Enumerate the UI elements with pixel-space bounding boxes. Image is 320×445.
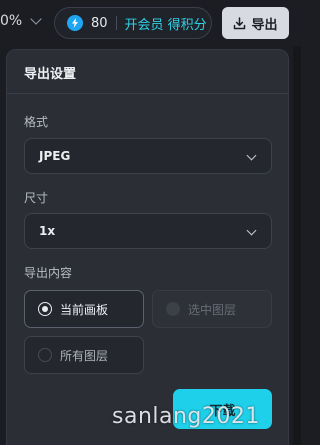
vip-link[interactable]: 开会员 得积分 <box>125 14 207 33</box>
export-settings-panel: 导出设置 格式 JPEG 尺寸 1x 导出内容 当前画板 选中图层 所有图层 下… <box>6 49 289 445</box>
size-label: 尺寸 <box>24 191 49 205</box>
option-label: 当前画板 <box>60 302 109 317</box>
divider <box>115 16 117 30</box>
zoom-value: 0% <box>0 13 23 29</box>
radio-disabled-icon <box>166 302 180 316</box>
size-value: 1x <box>39 224 56 238</box>
format-label: 格式 <box>24 115 49 129</box>
export-button-label: 导出 <box>251 17 278 33</box>
chevron-down-icon <box>30 13 42 25</box>
format-value: JPEG <box>39 149 71 163</box>
top-toolbar: 0% 80 开会员 得积分 导出 <box>0 0 301 46</box>
option-label: 选中图层 <box>188 302 237 317</box>
points-badge[interactable]: 80 开会员 得积分 <box>54 7 212 39</box>
radio-checked-icon <box>38 302 52 316</box>
option-selected-layers: 选中图层 <box>152 290 272 328</box>
export-content-label: 导出内容 <box>24 266 73 280</box>
download-icon <box>234 16 246 29</box>
chevron-down-icon <box>246 225 257 236</box>
chevron-down-icon <box>246 150 257 161</box>
points-count: 80 <box>91 15 108 31</box>
zoom-dropdown[interactable]: 0% <box>0 13 42 29</box>
lightning-coin-icon <box>67 15 83 31</box>
radio-unchecked-icon <box>38 348 52 362</box>
watermark: sanlang2021 <box>112 404 260 429</box>
panel-divider <box>7 93 288 94</box>
export-button[interactable]: 导出 <box>222 7 289 39</box>
option-label: 所有图层 <box>60 348 109 363</box>
format-select[interactable]: JPEG <box>24 138 272 174</box>
option-current-artboard[interactable]: 当前画板 <box>24 290 144 328</box>
right-edge <box>293 46 301 445</box>
option-all-layers[interactable]: 所有图层 <box>24 336 144 374</box>
panel-title: 导出设置 <box>24 67 77 82</box>
size-select[interactable]: 1x <box>24 213 272 249</box>
